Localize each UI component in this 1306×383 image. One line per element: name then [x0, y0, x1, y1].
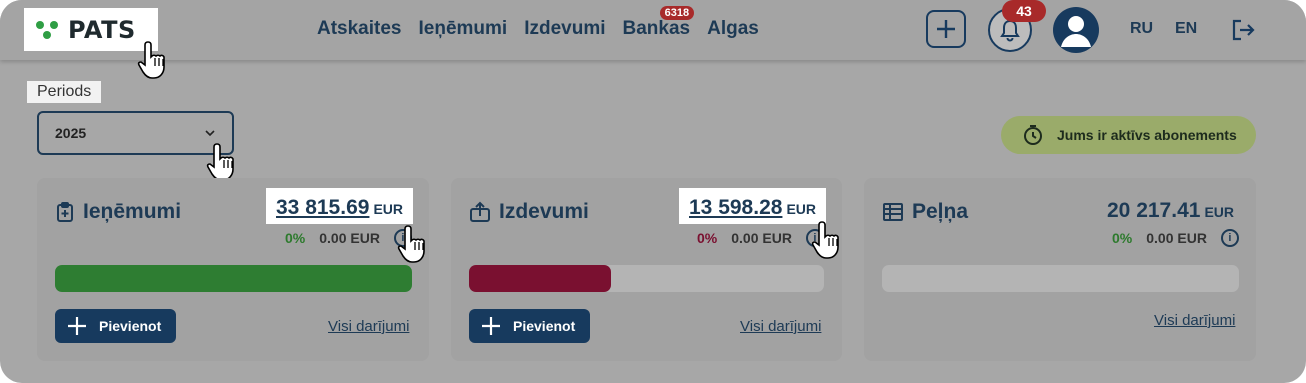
income-change-value: 0.00 EUR	[319, 230, 380, 246]
logo-dots-icon	[36, 19, 60, 41]
hand-cursor-icon	[811, 221, 839, 259]
lang-ru-button[interactable]: RU	[1130, 20, 1153, 38]
expenses-add-button[interactable]: Pievienot	[469, 309, 590, 343]
plus-icon	[482, 317, 500, 335]
income-change-row: 0% 0.00 EUR i	[285, 229, 412, 247]
nav-item-izdevumi[interactable]: Izdevumi	[524, 18, 605, 40]
income-card-title: Ieņēmumi	[55, 200, 181, 224]
expenses-amount-link[interactable]: 13 598.28	[689, 196, 782, 220]
hand-cursor-icon	[397, 225, 425, 263]
top-navigation-bar: PATS Atskaites Ieņēmumi Izdevumi Bankas …	[0, 0, 1306, 60]
expenses-progress-track	[469, 265, 824, 292]
user-avatar[interactable]	[1053, 7, 1099, 53]
expenses-amount[interactable]: 13 598.28 EUR	[679, 188, 826, 224]
income-change-pct: 0%	[285, 230, 306, 246]
logout-icon	[1232, 19, 1255, 41]
brand-name: PATS	[68, 15, 136, 44]
info-icon[interactable]: i	[1220, 229, 1239, 247]
income-progress-track	[55, 265, 412, 292]
income-amount-link[interactable]: 33 815.69	[276, 196, 369, 220]
box-arrow-up-icon	[470, 201, 490, 222]
building-icon	[883, 203, 903, 221]
income-progress-fill	[55, 265, 412, 292]
profit-change-value: 0.00 EUR	[1146, 230, 1207, 246]
expenses-all-transactions-link[interactable]: Visi darījumi	[740, 318, 821, 335]
expenses-card-title: Izdevumi	[469, 200, 589, 224]
main-nav: Atskaites Ieņēmumi Izdevumi Bankas 6318 …	[317, 6, 759, 40]
period-label: Periods	[27, 81, 102, 103]
nav-item-algas[interactable]: Algas	[707, 18, 759, 40]
nav-item-label: Bankas	[622, 18, 691, 39]
expenses-title-text: Izdevumi	[499, 200, 589, 223]
income-card: Ieņēmumi 33 815.69 EUR 0% 0.00 EUR i Pie…	[37, 178, 429, 361]
profit-card-title: Peļņa	[882, 200, 968, 224]
nav-item-ienemumi[interactable]: Ieņēmumi	[419, 18, 508, 40]
expenses-change-value: 0.00 EUR	[731, 230, 792, 246]
expenses-change-row: 0% 0.00 EUR i	[697, 229, 824, 247]
expenses-currency: EUR	[786, 201, 816, 217]
add-new-button[interactable]	[926, 10, 966, 48]
nav-item-atskaites[interactable]: Atskaites	[317, 18, 402, 40]
notifications-count-badge: 43	[1002, 0, 1046, 22]
clipboard-plus-icon	[57, 202, 73, 222]
expenses-card: Izdevumi 13 598.28 EUR 0% 0.00 EUR i Pie…	[451, 178, 842, 361]
period-selected-value: 2025	[55, 125, 87, 141]
nav-item-bankas[interactable]: Bankas 6318	[622, 6, 695, 40]
income-all-transactions-link[interactable]: Visi darījumi	[328, 318, 409, 335]
chevron-down-icon	[205, 130, 215, 137]
logout-button[interactable]	[1230, 18, 1256, 42]
profit-amount: 20 217.41 EUR	[1107, 199, 1234, 223]
subscription-text: Jums ir aktīvs abonements	[1057, 127, 1237, 143]
subscription-status-pill[interactable]: Jums ir aktīvs abonements	[1001, 116, 1256, 154]
expenses-progress-fill	[469, 265, 611, 292]
income-title-text: Ieņēmumi	[83, 200, 182, 223]
add-button-label: Pievienot	[513, 318, 576, 334]
profit-amount-value: 20 217.41	[1107, 199, 1201, 222]
income-add-button[interactable]: Pievienot	[55, 309, 176, 343]
profit-all-transactions-link[interactable]: Visi darījumi	[1154, 312, 1235, 329]
plus-icon	[937, 20, 955, 38]
income-amount[interactable]: 33 815.69 EUR	[266, 188, 413, 224]
income-currency: EUR	[373, 201, 403, 217]
bankas-count-badge: 6318	[659, 6, 695, 20]
expenses-change-pct: 0%	[697, 230, 718, 246]
user-icon	[1061, 16, 1091, 47]
profit-title-text: Peļņa	[912, 200, 969, 223]
timer-icon	[1024, 125, 1042, 145]
add-button-label: Pievienot	[99, 318, 162, 334]
profit-progress-track	[882, 265, 1239, 292]
app-window: PATS Atskaites Ieņēmumi Izdevumi Bankas …	[0, 0, 1306, 383]
profit-currency: EUR	[1204, 204, 1234, 220]
profit-card: Peļņa 20 217.41 EUR 0% 0.00 EUR i Visi d…	[864, 178, 1256, 361]
lang-en-button[interactable]: EN	[1175, 20, 1197, 38]
plus-icon	[68, 317, 86, 335]
profit-change-pct: 0%	[1112, 230, 1133, 246]
hand-cursor-icon	[137, 41, 165, 79]
profit-change-row: 0% 0.00 EUR i	[1112, 229, 1239, 247]
